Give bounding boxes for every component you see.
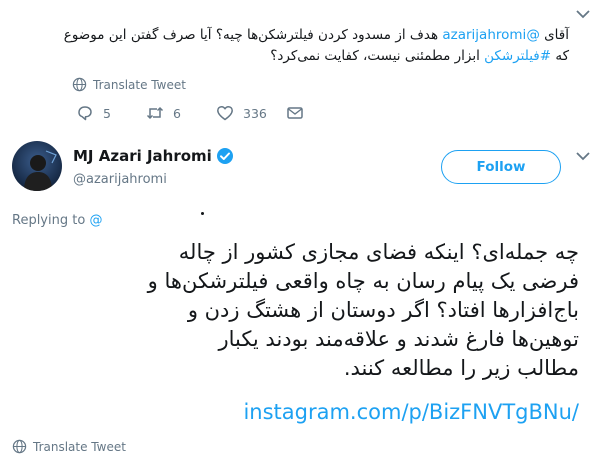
follow-button[interactable]: Follow: [441, 150, 561, 184]
tweet-line: باج‌افزارها افتاد؟ اگر دوستان از هشتگ زد…: [187, 298, 579, 322]
heart-icon: [217, 105, 233, 121]
translate-label: Translate Tweet: [33, 439, 126, 454]
retweet-icon: [146, 106, 164, 120]
text-segment: که: [555, 48, 569, 64]
hashtag-link[interactable]: #فیلترشکن: [484, 48, 551, 64]
tweet-line: توهین‌ها فارغ شدند و علاقه‌مند بودند یکب…: [218, 327, 579, 351]
reply-button[interactable]: 5: [76, 104, 146, 122]
tweet-line: فرضی یک پیام رسان به چاه واقعی فیلترشکن‌…: [147, 269, 579, 293]
translate-label: Translate Tweet: [93, 77, 186, 92]
tweet-line: مطالب زیر را مطالعه کنند.: [343, 356, 579, 380]
replying-label: Replying to: [12, 213, 86, 228]
reply-icon: [78, 106, 92, 121]
text-segment: هدف از مسدود کردن فیلترشکن‌ها چیه؟ آیا ص…: [63, 27, 439, 43]
tweet-text: چه جمله‌ای؟ اینکه فضای مجازی کشور از چال…: [9, 238, 579, 383]
globe-icon: [72, 77, 87, 92]
display-name: MJ Azari Jahromi: [73, 147, 212, 165]
retweet-count: 6: [173, 105, 181, 121]
verified-badge-icon: [216, 148, 233, 164]
dot-mark: [201, 212, 204, 215]
retweet-button[interactable]: 6: [146, 104, 216, 122]
replying-to-link[interactable]: @: [89, 213, 102, 228]
replying-to: Replying to @: [12, 213, 102, 228]
globe-icon: [12, 439, 27, 454]
like-count: 336: [243, 105, 267, 121]
instagram-link[interactable]: instagram.com/p/BizFNVTgBNu/: [243, 400, 579, 424]
chevron-down-icon[interactable]: [575, 150, 591, 162]
envelope-icon: [287, 107, 303, 119]
user-handle[interactable]: @azarijahromi: [73, 172, 167, 187]
mention-link[interactable]: @azarijahromi: [442, 27, 539, 43]
display-name-link[interactable]: MJ Azari Jahromi: [73, 147, 234, 165]
chevron-down-icon[interactable]: [575, 8, 591, 20]
text-segment: ابزار مطمئنی نیست، کفایت نمی‌کرد؟: [270, 48, 480, 64]
avatar[interactable]: [12, 141, 62, 191]
avatar-image: [24, 150, 57, 191]
text-segment: آقای: [544, 27, 569, 43]
tweet-line: چه جمله‌ای؟ اینکه فضای مجازی کشور از چال…: [178, 240, 579, 264]
translate-tweet-link[interactable]: Translate Tweet: [12, 439, 126, 454]
direct-message-button[interactable]: [286, 104, 304, 122]
reply-count: 5: [103, 105, 111, 121]
parent-tweet-text: آقای @azarijahromi هدف از مسدود کردن فیل…: [49, 25, 569, 67]
like-button[interactable]: 336: [216, 104, 286, 122]
translate-tweet-link[interactable]: Translate Tweet: [72, 77, 186, 92]
tweet-actions: 5 6 336: [76, 104, 304, 122]
